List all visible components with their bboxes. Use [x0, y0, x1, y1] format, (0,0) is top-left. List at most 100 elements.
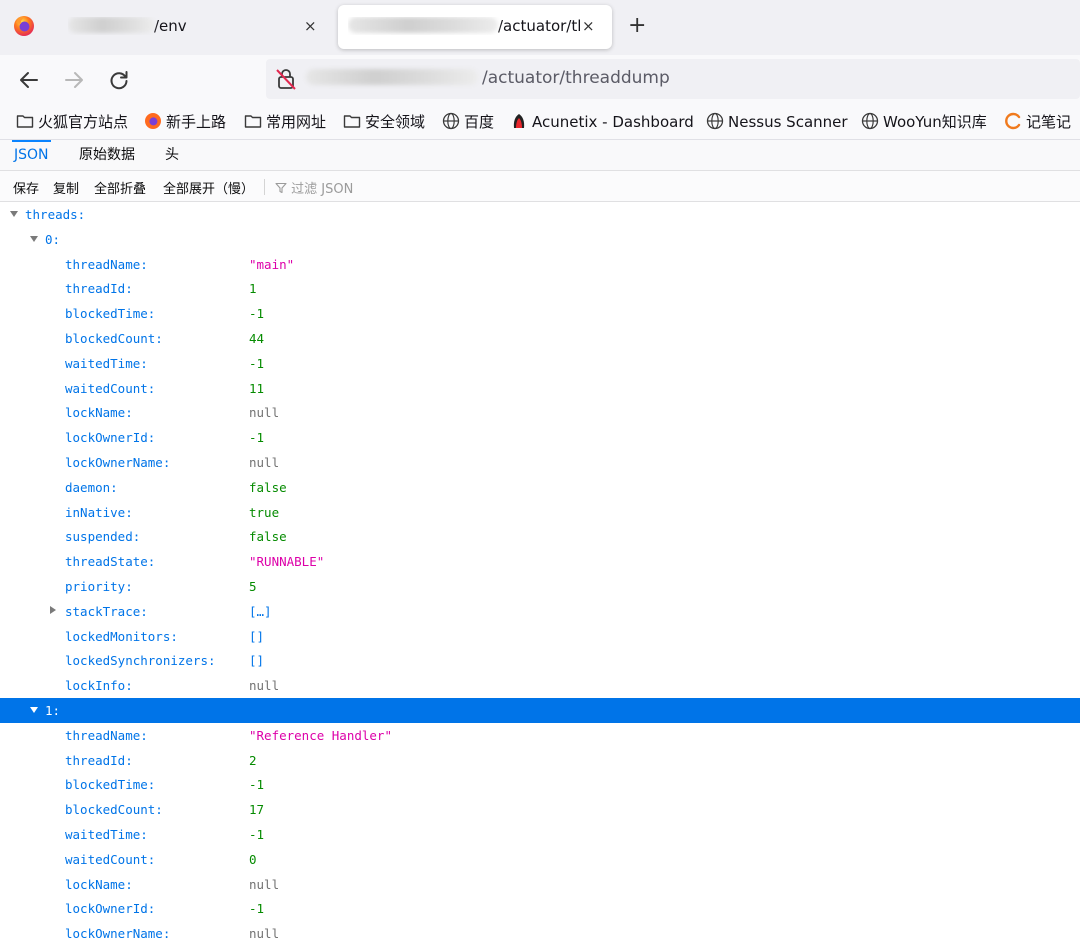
- bookmark-wooyun[interactable]: WooYun知识库: [861, 111, 987, 133]
- expand-all-button[interactable]: 全部展开（慢）: [163, 178, 254, 197]
- insecure-lock-icon[interactable]: [276, 68, 296, 90]
- json-row[interactable]: inNative: true: [0, 500, 1080, 525]
- json-row[interactable]: waitedCount: 11: [0, 376, 1080, 401]
- json-row[interactable]: lockName: null: [0, 400, 1080, 425]
- json-row[interactable]: lockOwnerId: -1: [0, 896, 1080, 921]
- back-arrow-icon[interactable]: [18, 69, 40, 91]
- json-row[interactable]: blockedCount: 17: [0, 797, 1080, 822]
- close-tab-button[interactable]: ×: [304, 17, 317, 35]
- reload-icon[interactable]: [108, 69, 130, 91]
- copy-button[interactable]: 复制: [53, 178, 79, 197]
- json-row[interactable]: daemon: false: [0, 475, 1080, 500]
- redacted-host: [348, 17, 498, 33]
- json-row[interactable]: suspended: false: [0, 524, 1080, 549]
- expanded-twisty-icon[interactable]: [10, 211, 18, 217]
- json-key: lockName:: [65, 876, 133, 892]
- tab-headers[interactable]: 头: [165, 140, 179, 170]
- json-row[interactable]: 1:: [0, 698, 1080, 723]
- json-row[interactable]: threads:: [0, 202, 1080, 227]
- json-value: -1: [249, 306, 265, 322]
- bookmark-baidu[interactable]: 百度: [442, 111, 494, 133]
- filter-json-input[interactable]: 过滤 JSON: [275, 178, 353, 197]
- json-row[interactable]: blockedTime: -1: [0, 772, 1080, 797]
- json-row[interactable]: stackTrace: […]: [0, 599, 1080, 624]
- bookmark-nessus[interactable]: Nessus Scanner: [706, 111, 848, 133]
- url-text[interactable]: /actuator/threaddump: [306, 68, 670, 88]
- json-key: blockedTime:: [65, 777, 156, 793]
- tab-env[interactable]: /env ×: [52, 5, 332, 49]
- json-row[interactable]: blockedCount: 44: [0, 326, 1080, 351]
- new-tab-button[interactable]: +: [628, 13, 646, 39]
- json-value: false: [249, 479, 287, 495]
- json-value: []: [249, 653, 265, 669]
- json-row[interactable]: lockName: null: [0, 872, 1080, 897]
- expanded-twisty-icon[interactable]: [30, 707, 38, 713]
- tab-threaddump[interactable]: /actuator/tl ×: [338, 5, 612, 49]
- json-value: null: [249, 455, 280, 470]
- tab-title: /env: [68, 17, 268, 35]
- json-key: lockOwnerId:: [65, 430, 156, 446]
- json-key: lockOwnerName:: [65, 455, 171, 470]
- json-row[interactable]: lockedSynchronizers: []: [0, 648, 1080, 673]
- json-key: daemon:: [65, 479, 118, 495]
- note-icon: [1005, 112, 1021, 130]
- json-row[interactable]: waitedCount: 0: [0, 847, 1080, 872]
- json-row[interactable]: threadId: 1: [0, 276, 1080, 301]
- json-row[interactable]: threadName: "main": [0, 252, 1080, 277]
- redacted-host: [68, 17, 154, 33]
- filter-icon: [275, 182, 287, 194]
- collapse-all-button[interactable]: 全部折叠: [94, 178, 146, 197]
- json-value: -1: [249, 827, 265, 842]
- redacted-host: [306, 69, 478, 85]
- json-value: null: [249, 405, 280, 421]
- json-value: -1: [249, 430, 265, 446]
- json-value: true: [249, 504, 280, 520]
- json-value: 0: [249, 851, 257, 867]
- acunetix-icon: [513, 114, 525, 128]
- bookmark-firefox-official[interactable]: 火狐官方站点: [16, 111, 128, 133]
- json-row[interactable]: waitedTime: -1: [0, 351, 1080, 376]
- json-value: "RUNNABLE": [249, 554, 325, 570]
- json-row[interactable]: priority: 5: [0, 574, 1080, 599]
- json-value: -1: [249, 355, 265, 371]
- json-row[interactable]: lockedMonitors: []: [0, 624, 1080, 649]
- bookmark-notes[interactable]: 记笔记: [1004, 111, 1071, 133]
- tab-strip: /env × /actuator/tl × +: [0, 0, 1080, 55]
- json-key: stackTrace:: [65, 603, 148, 619]
- json-key: waitedTime:: [65, 355, 148, 371]
- json-row[interactable]: lockOwnerId: -1: [0, 425, 1080, 450]
- forward-arrow-icon[interactable]: [63, 69, 85, 91]
- json-key: waitedCount:: [65, 851, 156, 867]
- json-row[interactable]: 0:: [0, 227, 1080, 252]
- save-button[interactable]: 保存: [13, 178, 39, 197]
- json-row[interactable]: lockOwnerName: null: [0, 450, 1080, 475]
- json-row[interactable]: threadState: "RUNNABLE": [0, 549, 1080, 574]
- json-key: lockOwnerName:: [65, 926, 171, 942]
- bookmark-security-field[interactable]: 安全领域: [343, 111, 425, 133]
- tab-title: /actuator/tl: [348, 17, 580, 35]
- json-row[interactable]: threadName: "Reference Handler": [0, 723, 1080, 748]
- json-row[interactable]: blockedTime: -1: [0, 301, 1080, 326]
- json-value: "main": [249, 256, 295, 272]
- collapsed-twisty-icon[interactable]: [50, 605, 56, 614]
- json-row[interactable]: waitedTime: -1: [0, 822, 1080, 847]
- json-value: []: [249, 628, 265, 644]
- json-value: -1: [249, 901, 265, 917]
- bookmarks-toolbar: 火狐官方站点 新手上路 常用网址 安全领域 百度 Acunetix - Dash…: [0, 105, 1080, 140]
- expanded-twisty-icon[interactable]: [30, 235, 38, 242]
- json-row[interactable]: lockInfo: null: [0, 673, 1080, 698]
- folder-icon: [16, 115, 34, 128]
- json-key: blockedTime:: [65, 306, 156, 322]
- json-value: 5: [249, 579, 257, 594]
- bookmark-common-sites[interactable]: 常用网址: [244, 111, 326, 133]
- tab-raw-data[interactable]: 原始数据: [79, 140, 135, 170]
- json-row[interactable]: lockOwnerName: null: [0, 921, 1080, 946]
- bookmark-getting-started[interactable]: 新手上路: [144, 111, 226, 133]
- json-value: -1: [249, 777, 265, 793]
- bookmark-acunetix[interactable]: Acunetix - Dashboard: [510, 111, 694, 133]
- close-tab-button[interactable]: ×: [582, 17, 595, 35]
- json-row[interactable]: threadId: 2: [0, 748, 1080, 773]
- json-value: […]: [249, 603, 272, 619]
- json-key: threadName:: [65, 256, 148, 272]
- tab-json[interactable]: JSON: [12, 140, 51, 170]
